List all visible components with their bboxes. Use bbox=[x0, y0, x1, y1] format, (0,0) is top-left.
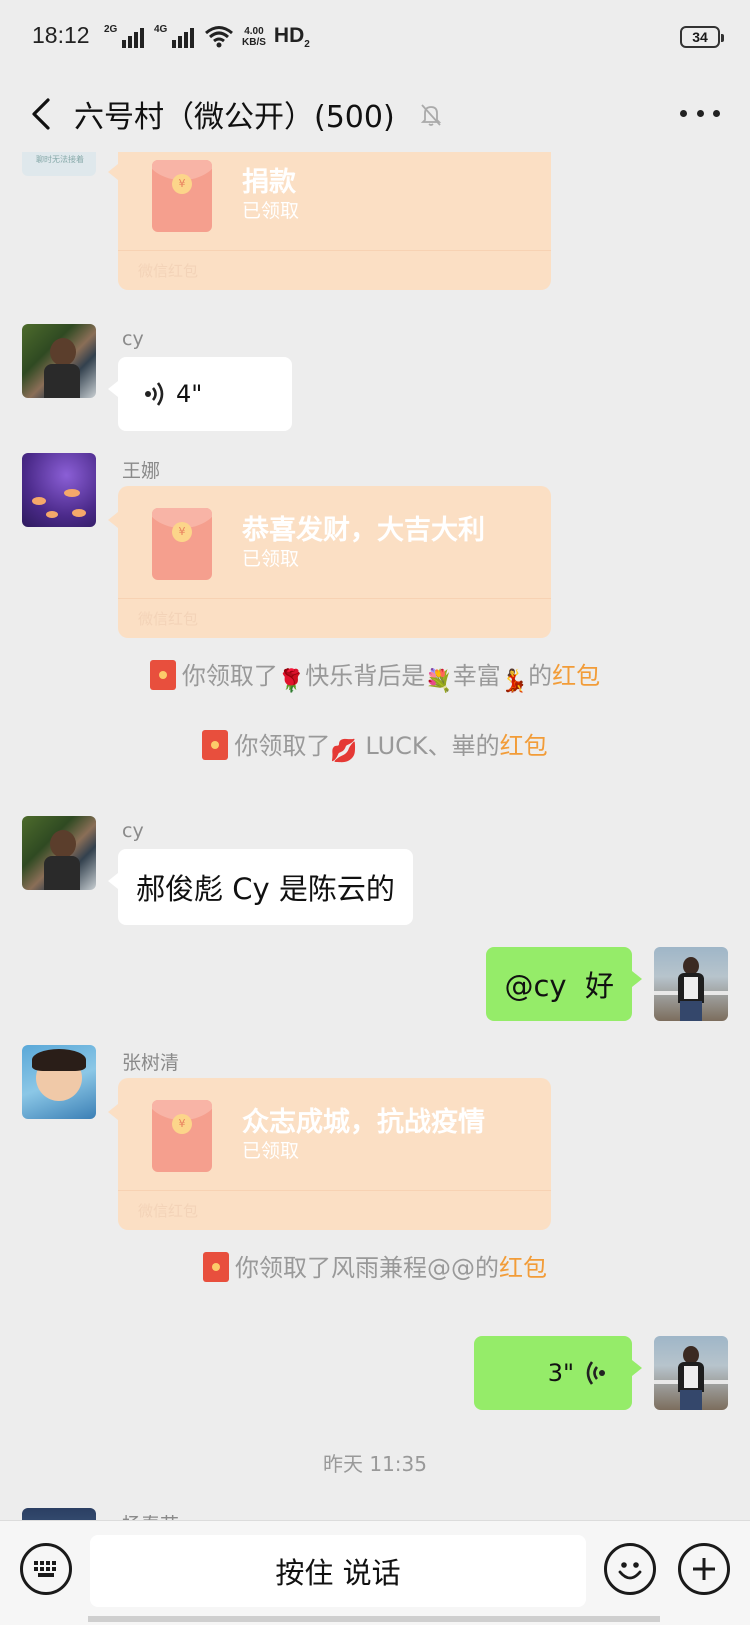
more-options-button[interactable] bbox=[680, 96, 720, 130]
avatar[interactable] bbox=[22, 453, 96, 527]
avatar[interactable]: 聊时无法接着 bbox=[22, 152, 96, 176]
sender-name: cy bbox=[122, 328, 144, 350]
keyboard-toggle-button[interactable] bbox=[20, 1543, 72, 1595]
red-packet-status: 已领取 bbox=[242, 200, 300, 222]
text-message-self[interactable]: @cy 好 bbox=[486, 947, 642, 1021]
kiss-icon: 💋 bbox=[330, 739, 358, 764]
status-time: 18:12 bbox=[32, 22, 90, 48]
input-bar: 按住 说话 bbox=[0, 1520, 750, 1625]
red-packet-title: 众志成城，抗战疫情 bbox=[242, 1107, 485, 1138]
text-message[interactable]: 郝俊彪 Cy 是陈云的 bbox=[108, 849, 413, 925]
system-message: 你领取了💋 LUCK、崋的红包 bbox=[0, 726, 750, 764]
bouquet-icon: 💐 bbox=[425, 669, 453, 694]
status-icons: 2G 4G 4.00 KB/S HD2 bbox=[104, 24, 310, 50]
rose-icon: 🌹 bbox=[277, 669, 306, 694]
wifi-icon bbox=[205, 26, 233, 48]
red-packet-icon: ¥ bbox=[152, 1100, 212, 1172]
red-packet-icon: ¥ bbox=[152, 508, 212, 580]
red-packet-footer: 微信红包 bbox=[138, 1202, 199, 1220]
red-packet-status: 已领取 bbox=[242, 548, 300, 570]
red-packet-card[interactable]: ¥ 捐款 已领取 微信红包 bbox=[108, 152, 551, 290]
voice-message-self[interactable]: 3" bbox=[474, 1336, 642, 1410]
avatar[interactable] bbox=[22, 1045, 96, 1119]
red-packet-link[interactable]: 红包 bbox=[552, 662, 600, 690]
more-functions-button[interactable] bbox=[678, 1543, 730, 1595]
system-message: 你领取了🌹快乐背后是💐幸富💃的红包 bbox=[0, 656, 750, 694]
voice-duration: 4" bbox=[176, 380, 203, 408]
hold-to-talk-button[interactable]: 按住 说话 bbox=[90, 1535, 586, 1607]
red-packet-title: 恭喜发财，大吉大利 bbox=[242, 515, 485, 546]
red-packet-icon: ¥ bbox=[152, 160, 212, 232]
red-packet-small-icon bbox=[203, 1252, 229, 1282]
sender-name: cy bbox=[122, 820, 144, 842]
emoji-button[interactable] bbox=[604, 1543, 656, 1595]
battery-icon: 34 bbox=[680, 26, 724, 48]
keyboard-icon bbox=[34, 1561, 56, 1577]
voice-message[interactable]: 4" bbox=[108, 357, 292, 431]
sender-name: 张树清 bbox=[122, 1052, 180, 1074]
system-message: 你领取了风雨兼程@@的红包 bbox=[0, 1248, 750, 1283]
self-avatar[interactable] bbox=[654, 1336, 728, 1410]
chat-header: 六号村（微公开）(500) bbox=[0, 76, 750, 152]
sender-name: 杨春花 bbox=[122, 1510, 179, 1520]
sender-name: 王娜 bbox=[122, 460, 161, 482]
smiley-icon bbox=[618, 1562, 642, 1580]
status-bar: 18:12 2G 4G 4.00 KB/S HD2 34 bbox=[0, 0, 750, 76]
hd-indicator: HD2 bbox=[273, 24, 310, 51]
red-packet-card[interactable]: ¥ 恭喜发财，大吉大利 已领取 微信红包 bbox=[108, 486, 551, 638]
back-arrow-icon[interactable] bbox=[24, 94, 64, 134]
voice-duration: 3" bbox=[547, 1359, 574, 1387]
network-speed: 4.00 KB/S bbox=[242, 26, 266, 49]
voice-wave-icon bbox=[586, 1361, 605, 1385]
red-packet-link[interactable]: 红包 bbox=[499, 1254, 547, 1282]
mute-bell-icon bbox=[420, 104, 442, 126]
red-packet-status: 已领取 bbox=[242, 1140, 300, 1162]
avatar[interactable] bbox=[22, 816, 96, 890]
timestamp: 昨天 11:35 bbox=[323, 1452, 427, 1476]
plus-icon bbox=[693, 1558, 715, 1580]
home-indicator bbox=[88, 1616, 660, 1622]
chat-title: 六号村（微公开）(500) bbox=[74, 100, 395, 135]
red-packet-card[interactable]: ¥ 众志成城，抗战疫情 已领取 微信红包 bbox=[108, 1078, 551, 1230]
avatar[interactable] bbox=[22, 324, 96, 398]
self-avatar[interactable] bbox=[654, 947, 728, 1021]
red-packet-small-icon bbox=[149, 660, 176, 690]
red-packet-footer: 微信红包 bbox=[138, 610, 199, 628]
dancer-icon: 💃 bbox=[500, 669, 529, 694]
red-packet-footer: 微信红包 bbox=[138, 262, 199, 280]
red-packet-small-icon bbox=[202, 730, 229, 760]
signal-4g-icon: 4G bbox=[154, 24, 196, 49]
voice-wave-icon bbox=[145, 382, 164, 406]
message-list[interactable]: 聊时无法接着 ¥ 捐款 已领取 微信红包 cy 4" 王娜 ¥ 恭喜发财，大吉大… bbox=[0, 152, 750, 1520]
signal-2g-icon: 2G bbox=[104, 24, 146, 49]
red-packet-link[interactable]: 红包 bbox=[500, 732, 548, 760]
red-packet-title: 捐款 bbox=[242, 167, 296, 198]
avatar[interactable] bbox=[22, 1508, 96, 1520]
